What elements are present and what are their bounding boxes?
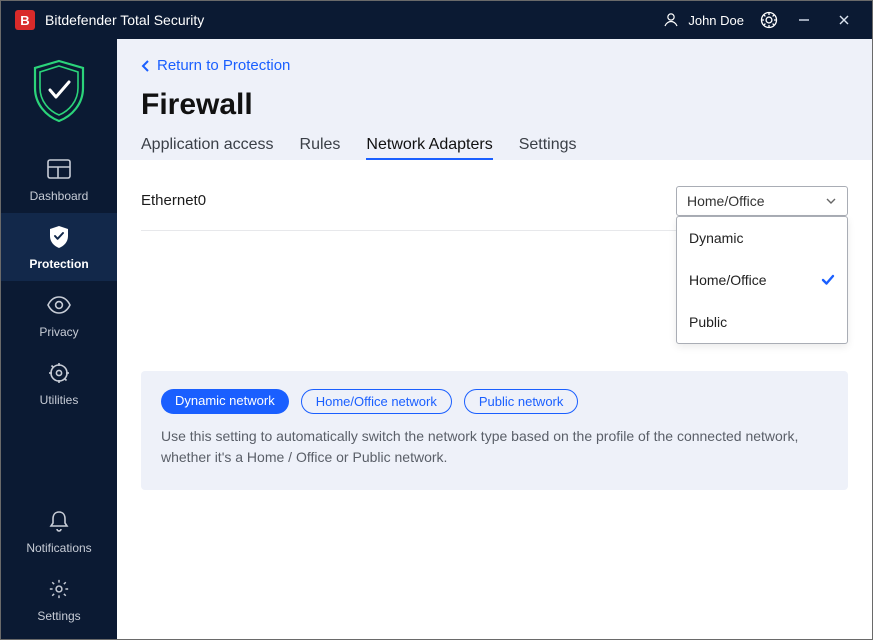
dashboard-icon: [45, 155, 73, 183]
user-name: John Doe: [688, 13, 744, 28]
support-icon[interactable]: [754, 5, 784, 35]
sidebar-item-dashboard[interactable]: Dashboard: [1, 145, 117, 213]
check-icon: [821, 274, 835, 286]
tab-network-adapters[interactable]: Network Adapters: [366, 136, 492, 160]
content-area: Ethernet0 Home/Office Dynamic Home/Offic: [117, 160, 872, 640]
tab-bar: Application access Rules Network Adapter…: [141, 136, 848, 160]
close-button[interactable]: [824, 5, 864, 35]
app-logo: B: [15, 10, 35, 30]
user-icon: [662, 11, 680, 29]
minimize-button[interactable]: [784, 5, 824, 35]
sidebar-item-label: Utilities: [40, 393, 79, 407]
tab-settings[interactable]: Settings: [519, 136, 577, 160]
chip-public[interactable]: Public network: [464, 389, 579, 414]
network-type-select[interactable]: Home/Office: [676, 186, 848, 216]
bell-icon: [45, 507, 73, 535]
back-link-label: Return to Protection: [157, 57, 290, 74]
chevron-left-icon: [141, 59, 151, 73]
sidebar-item-protection[interactable]: Protection: [1, 213, 117, 281]
chip-home-office[interactable]: Home/Office network: [301, 389, 452, 414]
sidebar-item-settings[interactable]: Settings: [1, 565, 117, 639]
sidebar-item-notifications[interactable]: Notifications: [1, 497, 117, 565]
utilities-icon: [45, 359, 73, 387]
titlebar: B Bitdefender Total Security John Doe: [1, 1, 872, 39]
select-value: Home/Office: [687, 193, 765, 209]
sidebar-item-label: Protection: [29, 257, 88, 271]
sidebar-item-utilities[interactable]: Utilities: [1, 349, 117, 417]
sidebar-item-privacy[interactable]: Privacy: [1, 281, 117, 349]
tab-rules[interactable]: Rules: [300, 136, 341, 160]
main-panel: Return to Protection Firewall Applicatio…: [117, 39, 872, 639]
page-title: Firewall: [141, 88, 848, 122]
sidebar-item-label: Privacy: [39, 325, 78, 339]
gear-icon: [45, 575, 73, 603]
dropdown-option-dynamic[interactable]: Dynamic: [677, 217, 847, 259]
dropdown-option-label: Public: [689, 314, 727, 330]
dropdown-option-home-office[interactable]: Home/Office: [677, 259, 847, 301]
chevron-down-icon: [825, 197, 837, 205]
chip-dynamic[interactable]: Dynamic network: [161, 389, 289, 414]
dropdown-option-label: Dynamic: [689, 230, 743, 246]
sidebar-item-label: Settings: [37, 609, 80, 623]
tab-application-access[interactable]: Application access: [141, 136, 274, 160]
protection-icon: [45, 223, 73, 251]
sidebar-item-label: Dashboard: [30, 189, 89, 203]
dropdown-option-label: Home/Office: [689, 272, 767, 288]
sidebar: Dashboard Protection Privacy Utilities: [1, 39, 117, 639]
status-shield-icon: [23, 55, 95, 127]
info-text: Use this setting to automatically switch…: [161, 426, 828, 468]
sidebar-item-label: Notifications: [26, 541, 91, 555]
app-title: Bitdefender Total Security: [45, 12, 204, 28]
info-panel: Dynamic network Home/Office network Publ…: [141, 371, 848, 490]
privacy-icon: [45, 291, 73, 319]
app-window: B Bitdefender Total Security John Doe: [0, 0, 873, 640]
back-link[interactable]: Return to Protection: [141, 57, 290, 74]
dropdown-option-public[interactable]: Public: [677, 301, 847, 343]
adapter-name: Ethernet0: [141, 192, 206, 209]
user-account[interactable]: John Doe: [662, 11, 744, 29]
network-type-dropdown: Dynamic Home/Office Public: [676, 216, 848, 344]
